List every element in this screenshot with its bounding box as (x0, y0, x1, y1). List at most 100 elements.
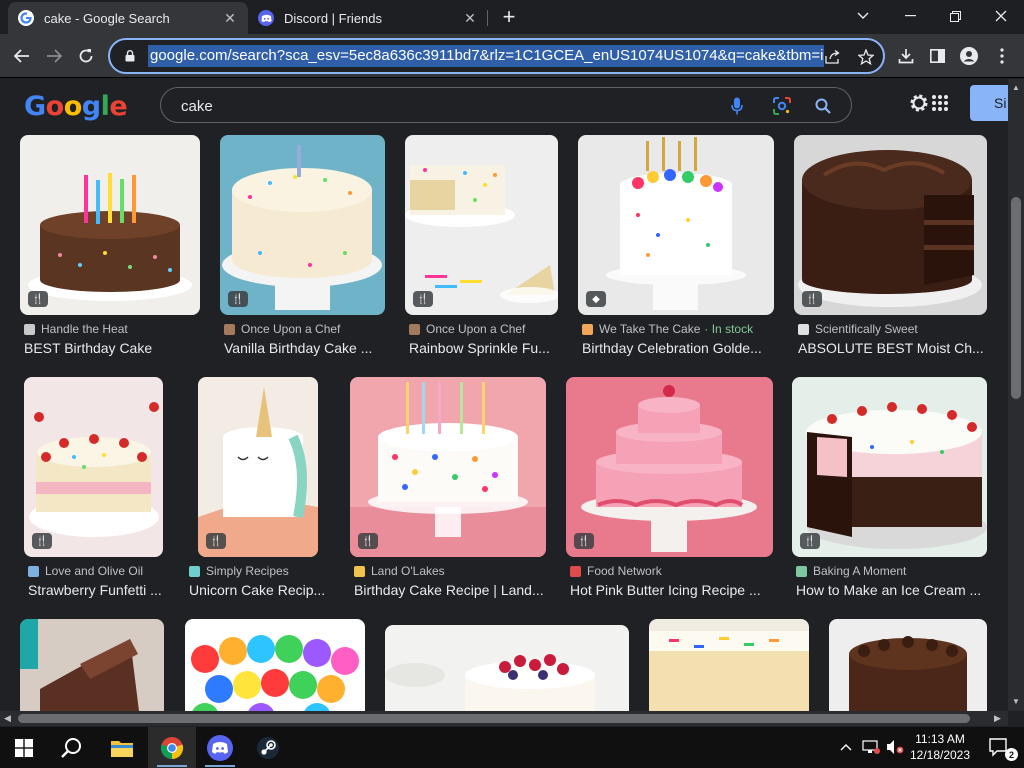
taskbar-clock[interactable]: 11:13 AM 12/18/2023 (908, 731, 972, 763)
tab-discord[interactable]: Discord | Friends ✕ (248, 2, 488, 34)
vertical-scrollbar[interactable]: ▲ ▼ (1008, 79, 1024, 711)
windows-start-button[interactable] (0, 727, 48, 768)
tab-google-search[interactable]: cake - Google Search ✕ (8, 2, 248, 34)
close-tab-icon[interactable]: ✕ (222, 10, 238, 26)
site-favicon-icon (409, 323, 420, 335)
cake-thumbnail[interactable]: 🍴 (794, 135, 987, 315)
steam-taskbar-icon[interactable] (244, 727, 292, 768)
source-name: Scientifically Sweet (815, 322, 918, 336)
share-icon[interactable] (822, 46, 844, 68)
site-favicon-icon (798, 323, 809, 335)
result-title[interactable]: Vanilla Birthday Cake ... (224, 340, 389, 356)
notification-count-badge: 2 (1005, 748, 1018, 761)
result-title[interactable]: BEST Birthday Cake (24, 340, 204, 356)
source-row: Food Network (570, 564, 662, 578)
in-stock-label: · In stock (704, 322, 754, 336)
url-text[interactable]: google.com/search?sca_esv=5ec8a636c3911b… (148, 45, 824, 67)
notification-center-icon[interactable]: 2 (976, 727, 1024, 768)
restore-button[interactable] (940, 4, 970, 28)
source-name: Love and Olive Oil (45, 564, 144, 578)
new-tab-button[interactable]: + (498, 4, 520, 29)
cake-thumbnail[interactable]: 🍴 (792, 377, 987, 557)
recipe-badge-icon: 🍴 (28, 291, 48, 307)
file-explorer-icon[interactable] (98, 727, 146, 768)
cake-thumbnail[interactable]: 🍴 (405, 135, 558, 315)
google-logo[interactable]: Google (24, 91, 128, 122)
site-favicon-icon (24, 323, 35, 335)
forward-button[interactable] (40, 42, 68, 70)
result-title[interactable]: Rainbow Sprinkle Fu... (409, 340, 562, 356)
horizontal-scrollbar[interactable]: ◀ ▶ (0, 711, 1008, 726)
scroll-down-arrow-icon[interactable]: ▼ (1012, 697, 1020, 706)
download-icon[interactable] (892, 42, 920, 70)
cake-thumbnail[interactable]: 🍴 (20, 135, 200, 315)
side-panel-icon[interactable] (923, 42, 951, 70)
show-hidden-icons-chevron-icon[interactable] (840, 739, 852, 754)
result-title[interactable]: Unicorn Cake Recip... (189, 582, 329, 598)
search-input[interactable] (181, 96, 701, 116)
address-bar[interactable]: google.com/search?sca_esv=5ec8a636c3911b… (108, 38, 885, 74)
source-row: We Take The Cake · In stock (582, 322, 753, 336)
cake-thumbnail[interactable]: 🍴 (24, 377, 163, 557)
cake-thumbnail[interactable] (829, 619, 987, 711)
site-favicon-icon (582, 323, 593, 335)
minimize-button[interactable] (895, 4, 925, 28)
cake-thumbnail[interactable] (20, 619, 164, 711)
tab-search-chevron-icon[interactable] (848, 4, 878, 28)
browser-tab-strip: cake - Google Search ✕ Discord | Friends… (0, 0, 1024, 34)
network-icon[interactable] (862, 739, 880, 758)
scroll-left-arrow-icon[interactable]: ◀ (4, 713, 11, 724)
cake-thumbnail[interactable]: ◆ (578, 135, 774, 315)
lens-camera-icon[interactable] (771, 95, 793, 117)
chrome-taskbar-icon[interactable] (148, 727, 196, 768)
result-title[interactable]: Birthday Cake Recipe | Land... (354, 582, 550, 598)
result-title[interactable]: How to Make an Ice Cream ... (796, 582, 991, 598)
google-header: Google Si (0, 79, 1010, 131)
site-favicon-icon (354, 565, 365, 577)
source-row: Once Upon a Chef (224, 322, 340, 336)
settings-gear-icon[interactable] (908, 92, 934, 118)
close-window-button[interactable] (986, 4, 1016, 28)
reload-button[interactable] (72, 42, 100, 70)
browser-menu-icon[interactable] (988, 42, 1016, 70)
source-row: Simply Recipes (189, 564, 289, 578)
cake-thumbnail[interactable]: 🍴 (198, 377, 318, 557)
source-row: Love and Olive Oil (28, 564, 143, 578)
cake-thumbnail[interactable]: 🍴 (566, 377, 773, 557)
google-apps-icon[interactable] (932, 95, 948, 111)
source-row: Land O'Lakes (354, 564, 445, 578)
discord-icon (258, 10, 274, 26)
vertical-scroll-thumb[interactable] (1011, 197, 1021, 399)
close-tab-icon[interactable]: ✕ (462, 10, 478, 26)
cake-thumbnail[interactable]: 🍴 (350, 377, 546, 557)
search-box[interactable] (160, 87, 852, 123)
source-name: Baking A Moment (813, 564, 907, 578)
scroll-right-arrow-icon[interactable]: ▶ (994, 713, 1001, 724)
profile-icon[interactable] (955, 42, 983, 70)
source-row: Baking A Moment (796, 564, 906, 578)
back-button[interactable] (8, 42, 36, 70)
cake-thumbnail[interactable]: 🍴 (220, 135, 385, 315)
result-title[interactable]: Strawberry Funfetti ... (28, 582, 167, 598)
sign-in-button[interactable]: Si (970, 85, 1010, 121)
product-tag-icon: ◆ (586, 291, 606, 307)
source-row: Scientifically Sweet (798, 322, 918, 336)
image-results-grid: 🍴 Handle the Heat BEST Birthday Cake 🍴 O… (0, 131, 1008, 711)
result-title[interactable]: ABSOLUTE BEST Moist Ch... (798, 340, 991, 356)
volume-muted-icon[interactable] (886, 739, 904, 758)
horizontal-scroll-thumb[interactable] (18, 714, 970, 723)
recipe-badge-icon: 🍴 (800, 533, 820, 549)
bookmark-star-icon[interactable] (855, 46, 877, 68)
result-title[interactable]: Hot Pink Butter Icing Recipe ... (570, 582, 777, 598)
taskbar-search-icon[interactable] (48, 727, 96, 768)
search-icon[interactable] (812, 95, 834, 117)
scroll-up-arrow-icon[interactable]: ▲ (1012, 83, 1020, 92)
cake-thumbnail[interactable] (185, 619, 365, 711)
microphone-icon[interactable] (726, 95, 748, 117)
discord-taskbar-icon[interactable] (196, 727, 244, 768)
result-title[interactable]: Birthday Celebration Golde... (582, 340, 778, 356)
lock-icon[interactable] (118, 50, 142, 62)
cake-thumbnail[interactable] (649, 619, 809, 711)
source-name: Food Network (587, 564, 662, 578)
cake-thumbnail[interactable] (385, 625, 629, 711)
